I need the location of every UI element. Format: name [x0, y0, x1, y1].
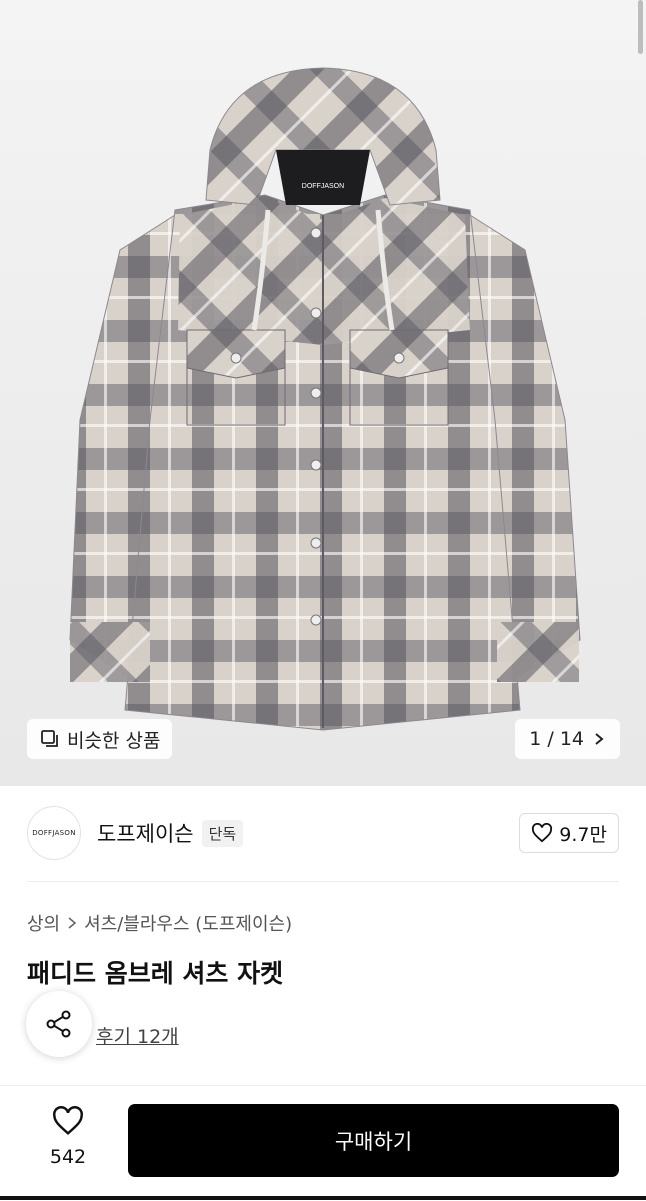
buy-button-label: 구매하기	[334, 1129, 413, 1154]
breadcrumb: 상의 셔츠/블라우스 (도프제이슨)	[27, 910, 292, 936]
similar-products-icon	[41, 730, 58, 747]
divider	[27, 881, 619, 882]
brand-row: DOFFJASON 도프제이슨 단독 9.7만	[27, 805, 619, 861]
chevron-right-icon	[68, 917, 77, 929]
share-icon	[46, 1010, 71, 1038]
product-title: 패디드 옴브레 셔츠 자켓	[27, 959, 284, 988]
brand-logo[interactable]: DOFFJASON	[27, 806, 81, 860]
chevron-right-icon	[595, 733, 604, 745]
brand-like-count: 9.7만	[559, 823, 607, 846]
breadcrumb-subcategory[interactable]: 셔츠/블라우스 (도프제이슨)	[84, 910, 292, 936]
share-button[interactable]	[26, 991, 92, 1057]
exclusive-badge: 단독	[201, 819, 244, 847]
heart-icon	[532, 823, 553, 843]
heart-icon	[53, 1106, 83, 1135]
similar-products-button[interactable]: 비슷한 상품	[27, 719, 173, 759]
breadcrumb-category[interactable]: 상의	[27, 910, 60, 936]
review-link[interactable]: 후기 12개	[96, 1022, 179, 1049]
product-image-area[interactable]: DOFFJASON 비슷한 상품 1 / 14	[0, 0, 646, 786]
product-image: DOFFJASON	[69, 67, 581, 731]
brand-logo-text: DOFFJASON	[32, 829, 76, 837]
garment-brand-label: DOFFJASON	[302, 183, 344, 190]
wishlist-button[interactable]: 542	[38, 1106, 98, 1168]
scroll-indicator	[638, 0, 643, 54]
brand-name[interactable]: 도프제이슨	[97, 818, 194, 848]
wishlist-count: 542	[49, 1146, 87, 1168]
similar-products-label: 비슷한 상품	[67, 729, 161, 752]
brand-like-button[interactable]: 9.7만	[519, 813, 619, 853]
image-counter-text: 1 / 14	[529, 728, 584, 750]
home-indicator	[0, 1196, 646, 1200]
image-counter-button[interactable]: 1 / 14	[515, 719, 620, 759]
buy-button[interactable]: 구매하기	[128, 1104, 619, 1177]
